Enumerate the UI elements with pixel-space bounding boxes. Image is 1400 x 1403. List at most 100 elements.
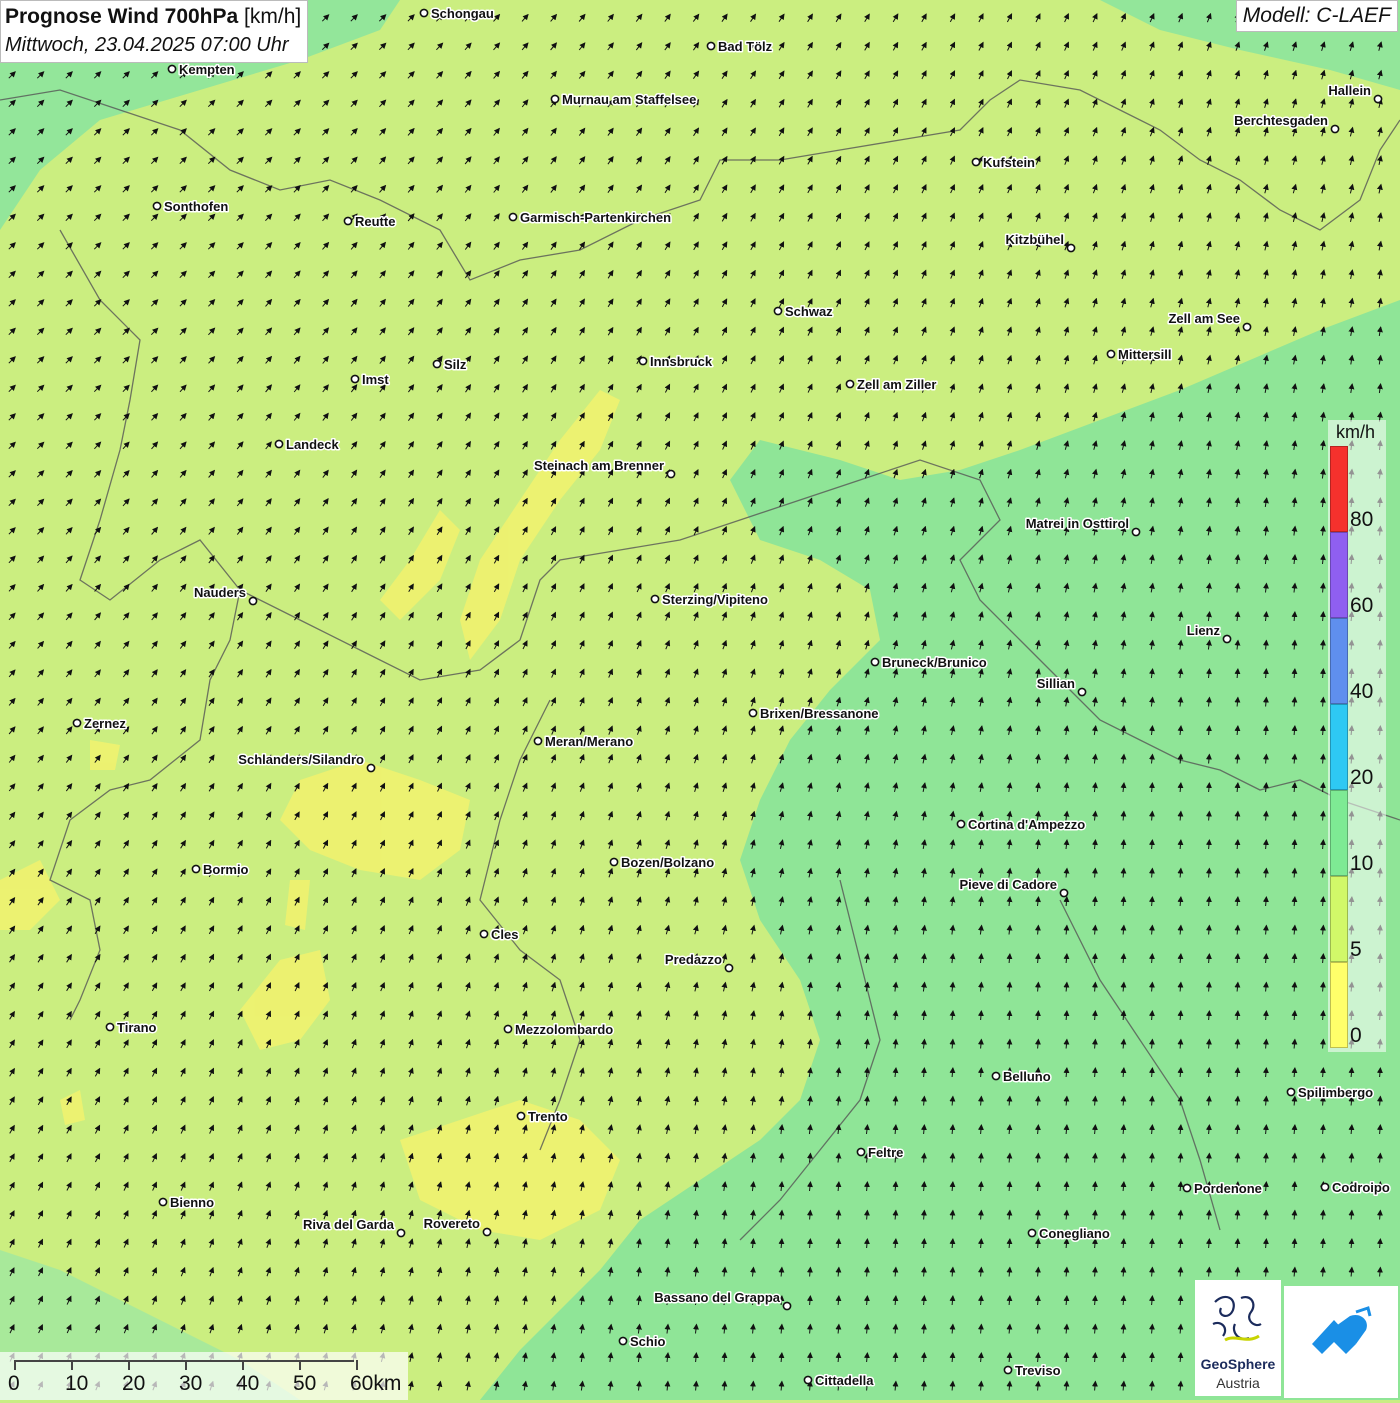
city-marker-icon: [432, 359, 442, 369]
city-label: Kitzbühel: [1006, 232, 1065, 247]
city-conegliano[interactable]: Conegliano: [1027, 1225, 1111, 1243]
city-label: Steinach am Brenner: [534, 458, 664, 473]
scale-bar-tick: [128, 1360, 130, 1370]
geosphere-logo-country: Austria: [1216, 1375, 1260, 1391]
city-marker-icon: [650, 594, 660, 604]
city-marker-icon: [1242, 322, 1252, 332]
weather-app-logo[interactable]: [1284, 1286, 1398, 1398]
legend-tick-label: 20: [1350, 766, 1374, 789]
city-marker-icon: [870, 657, 880, 667]
city-label: Feltre: [868, 1145, 903, 1160]
city-marker-icon: [1066, 243, 1076, 253]
city-label: Treviso: [1015, 1363, 1061, 1378]
city-marker-icon: [350, 374, 360, 384]
city-mezzolombardo[interactable]: Mezzolombardo: [503, 1021, 615, 1039]
city-marker-icon: [72, 718, 82, 728]
city-spilimbergo[interactable]: Spilimbergo: [1286, 1084, 1375, 1102]
scale-bar-tick: [242, 1360, 244, 1370]
legend-color-segment: [1330, 532, 1348, 618]
city-schongau[interactable]: Schongau: [419, 5, 495, 23]
city-marker-icon: [1286, 1087, 1296, 1097]
scale-bar-label: 60km: [350, 1372, 402, 1395]
city-marker-icon: [803, 1375, 813, 1385]
city-marker-icon: [1131, 527, 1141, 537]
scale-bar-label: 0: [8, 1372, 20, 1395]
city-label: Bozen/Bolzano: [621, 855, 714, 870]
city-marker-icon: [167, 64, 177, 74]
legend-unit: km/h: [1336, 422, 1376, 442]
city-label: Silz: [444, 357, 467, 372]
city-marker-icon: [1027, 1228, 1037, 1238]
city-marker-icon: [724, 963, 734, 973]
city-pordenone[interactable]: Pordenone: [1182, 1180, 1263, 1198]
city-garmisch-partenkirchen[interactable]: Garmisch-Partenkirchen: [508, 209, 673, 227]
scale-bar: 0 10 20 30 40 50 60km: [0, 1352, 408, 1400]
city-marker-icon: [1330, 124, 1340, 134]
city-sonthofen[interactable]: Sonthofen: [152, 198, 230, 216]
forecast-datetime: Mittwoch, 23.04.2025 07:00 Uhr: [5, 34, 289, 56]
geosphere-logo[interactable]: GeoSphere Austria: [1195, 1280, 1281, 1396]
city-marker-icon: [158, 1197, 168, 1207]
city-kempten[interactable]: Kempten: [167, 61, 236, 79]
scale-bar-line: [14, 1360, 354, 1362]
city-label: Kempten: [179, 62, 235, 77]
city-marker-icon: [274, 439, 284, 449]
city-sterzing-vipiteno[interactable]: Sterzing/Vipiteno: [650, 591, 769, 609]
city-marker-icon: [956, 819, 966, 829]
city-marker-icon: [706, 41, 716, 51]
city-codroipo[interactable]: Codroipo: [1320, 1179, 1391, 1197]
scale-bar-tick: [356, 1360, 358, 1370]
city-label: Sillian: [1037, 676, 1075, 691]
city-label: Bienno: [170, 1195, 214, 1210]
city-marker-icon: [366, 763, 376, 773]
city-bruneck-brunico[interactable]: Bruneck/Brunico: [870, 654, 988, 672]
city-marker-icon: [508, 212, 518, 222]
city-marker-icon: [609, 857, 619, 867]
city-marker-icon: [845, 379, 855, 389]
city-murnau-am-staffelsee[interactable]: Murnau am Staffelsee: [550, 91, 698, 109]
city-innsbruck[interactable]: Innsbruck: [638, 353, 714, 371]
city-marker-icon: [1077, 687, 1087, 697]
city-marker-icon: [748, 708, 758, 718]
wind-map[interactable]: Schongau Bad Tölz Kempten Murnau am Staffel…: [0, 0, 1400, 1400]
city-label: Predazzo: [665, 952, 722, 967]
city-label: Zell am See: [1168, 311, 1240, 326]
city-label: Bormio: [203, 862, 249, 877]
city-label: Brixen/Bressanone: [760, 706, 879, 721]
city-bozen-bolzano[interactable]: Bozen/Bolzano: [609, 854, 716, 872]
city-label: Schongau: [431, 6, 494, 21]
legend-color-segment: [1330, 876, 1348, 962]
model-label: Modell: C-LAEF: [1235, 0, 1398, 32]
city-marker-icon: [782, 1301, 792, 1311]
scale-bar-tick: [185, 1360, 187, 1370]
scale-bar-tick: [14, 1360, 16, 1370]
city-label: Reutte: [355, 214, 395, 229]
city-marker-icon: [516, 1111, 526, 1121]
city-label: Pieve di Cadore: [959, 877, 1057, 892]
city-label: Hallein: [1328, 83, 1371, 98]
city-marker-icon: [191, 864, 201, 874]
city-cittadella[interactable]: Cittadella: [803, 1372, 876, 1390]
city-marker-icon: [105, 1022, 115, 1032]
city-cortina-d-ampezzo[interactable]: Cortina d'Ampezzo: [956, 816, 1087, 834]
city-marker-icon: [152, 201, 162, 211]
city-label: Schio: [630, 1334, 665, 1349]
city-marker-icon: [1059, 888, 1069, 898]
city-bad-t-lz[interactable]: Bad Tölz: [706, 38, 774, 56]
city-marker-icon: [666, 469, 676, 479]
city-label: Bassano del Grappa: [654, 1290, 780, 1305]
city-zell-am-ziller[interactable]: Zell am Ziller: [845, 376, 938, 394]
city-meran-merano[interactable]: Meran/Merano: [533, 733, 635, 751]
city-label: Cittadella: [815, 1373, 874, 1388]
city-marker-icon: [550, 94, 560, 104]
city-marker-icon: [419, 8, 429, 18]
scale-bar-label: 20: [122, 1372, 146, 1395]
city-label: Schwaz: [785, 304, 833, 319]
city-landeck[interactable]: Landeck: [274, 436, 341, 454]
city-label: Sonthofen: [164, 199, 228, 214]
city-marker-icon: [1003, 1365, 1013, 1375]
city-brixen-bressanone[interactable]: Brixen/Bressanone: [748, 705, 880, 723]
legend-color-segment: [1330, 962, 1348, 1048]
city-label: Nauders: [194, 585, 246, 600]
legend-color-segment: [1330, 790, 1348, 876]
